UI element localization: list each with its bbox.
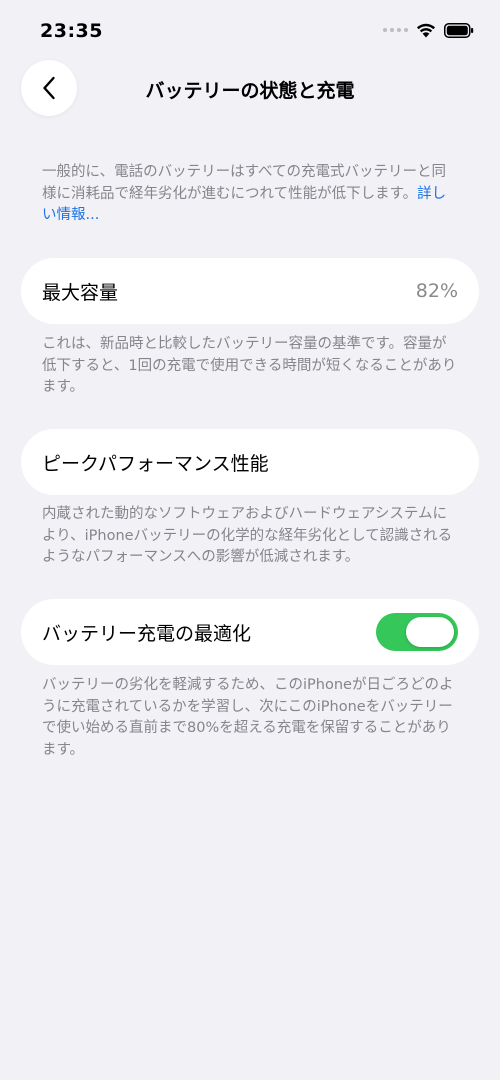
optimized-charging-toggle[interactable] — [376, 613, 458, 651]
max-capacity-label: 最大容量 — [42, 281, 119, 304]
status-bar: 23:35 — [0, 0, 500, 60]
battery-health-screen: 23:35 バッテリーの状態と充電 一般的に、電話のバッテリーはすべての充電式バ… — [0, 0, 500, 1080]
peak-performance-row[interactable]: ピークパフォーマンス性能 — [21, 429, 479, 495]
toggle-knob — [406, 617, 454, 647]
battery-icon — [444, 22, 474, 38]
optimized-charging-row: バッテリー充電の最適化 — [21, 599, 479, 665]
max-capacity-row: 最大容量 82% — [21, 258, 479, 324]
optimized-charging-description: バッテリーの劣化を軽減するため、このiPhoneが日ごろどのように充電されている… — [42, 677, 454, 758]
page-title: バッテリーの状態と充電 — [145, 80, 355, 102]
optimized-charging-label: バッテリー充電の最適化 — [42, 622, 252, 645]
intro-text-block: 一般的に、電話のバッテリーはすべての充電式バッテリーと同様に消耗品で経年劣化が進… — [42, 162, 458, 227]
intro-text: 一般的に、電話のバッテリーはすべての充電式バッテリーと同様に消耗品で経年劣化が進… — [42, 164, 446, 202]
peak-performance-label: ピークパフォーマンス性能 — [42, 452, 269, 475]
peak-performance-description: 内蔵された動的なソフトウェアおよびハードウェアシステムにより、iPhoneバッテ… — [42, 506, 453, 565]
status-icons — [383, 22, 474, 38]
status-time: 23:35 — [40, 20, 103, 42]
wifi-icon — [417, 23, 435, 38]
max-capacity-description: これは、新品時と比較したバッテリー容量の基準です。容量が低下すると、1回の充電で… — [42, 336, 457, 395]
max-capacity-value: 82% — [415, 280, 458, 302]
cellular-signal-icon — [383, 28, 408, 32]
